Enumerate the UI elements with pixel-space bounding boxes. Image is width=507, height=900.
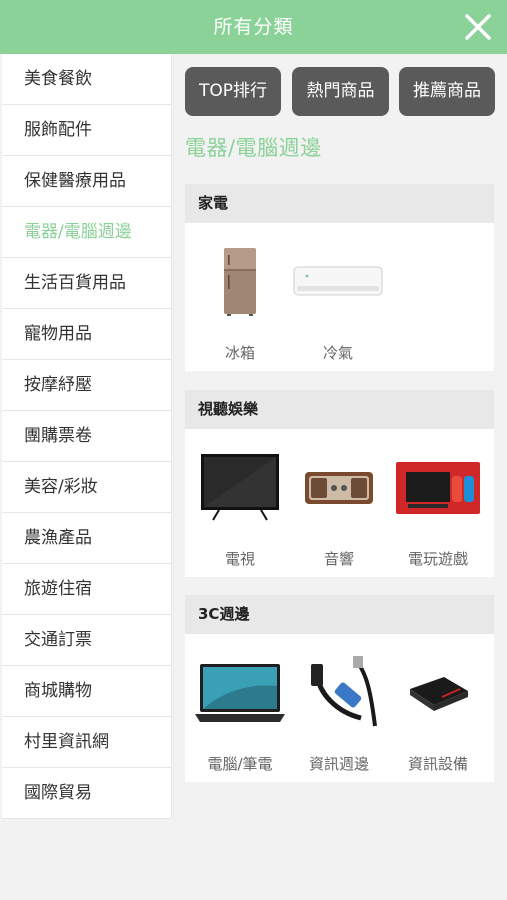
- page-title: 所有分類: [213, 16, 294, 38]
- sidebar-item-apparel[interactable]: 服飾配件: [2, 105, 172, 156]
- product-label: 電視: [224, 550, 255, 568]
- tv-icon: [190, 448, 290, 528]
- sidebar-item-massage[interactable]: 按摩紓壓: [2, 360, 172, 411]
- sidebar-item-farm-products[interactable]: 農漁產品: [2, 513, 172, 564]
- group-panel-av-entertainment: 視聽娛樂 電視 音響 電玩遊戲: [185, 390, 494, 577]
- product-air-conditioner[interactable]: 冷氣: [288, 242, 388, 363]
- sidebar-item-transport[interactable]: 交通訂票: [2, 615, 172, 666]
- sidebar-item-trade[interactable]: 國際貿易: [2, 768, 172, 819]
- sidebar-item-mall[interactable]: 商城購物: [2, 666, 172, 717]
- speaker-icon: [289, 448, 389, 528]
- sidebar-item-pets[interactable]: 寵物用品: [2, 309, 172, 360]
- air-conditioner-icon: [288, 242, 388, 322]
- tab-top-ranking[interactable]: TOP排行: [185, 67, 281, 116]
- tab-recommended[interactable]: 推薦商品: [399, 67, 495, 116]
- group-panel-3c-peripherals: 3C週邊 電腦/筆電 資訊週邊 資訊設備: [185, 595, 494, 782]
- top-bar: 所有分類: [0, 0, 507, 54]
- sidebar-item-group-tickets[interactable]: 團購票卷: [2, 411, 172, 462]
- usb-cable-icon: [289, 653, 389, 733]
- sidebar-item-electronics[interactable]: 電器/電腦週邊: [2, 207, 172, 258]
- sidebar-item-household[interactable]: 生活百貨用品: [2, 258, 172, 309]
- product-tv[interactable]: 電視: [190, 448, 290, 569]
- card-reader-icon: [388, 653, 488, 733]
- product-speaker[interactable]: 音響: [289, 448, 389, 569]
- group-title: 3C週邊: [185, 595, 494, 634]
- fridge-icon: [190, 242, 290, 322]
- close-icon[interactable]: [463, 12, 493, 42]
- section-title: 電器/電腦週邊: [185, 136, 322, 160]
- product-label: 電腦/筆電: [207, 755, 273, 773]
- product-label: 冰箱: [224, 344, 255, 362]
- tab-hot-products[interactable]: 熱門商品: [292, 67, 389, 116]
- product-laptop[interactable]: 電腦/筆電: [190, 653, 290, 774]
- product-label: 資訊設備: [407, 755, 468, 773]
- sidebar-item-travel[interactable]: 旅遊住宿: [2, 564, 172, 615]
- sidebar-item-beauty[interactable]: 美容/彩妝: [2, 462, 172, 513]
- sidebar-item-village-info[interactable]: 村里資訊網: [2, 717, 172, 768]
- product-card-reader[interactable]: 資訊設備: [388, 653, 488, 774]
- product-fridge[interactable]: 冰箱: [190, 242, 290, 363]
- group-panel-appliances: 家電 冰箱 冷氣: [185, 184, 494, 371]
- laptop-icon: [190, 653, 290, 733]
- category-sidebar: 美食餐飲 服飾配件 保健醫療用品 電器/電腦週邊 生活百貨用品 寵物用品 按摩紓…: [2, 54, 172, 819]
- game-console-icon: [388, 448, 488, 528]
- product-game-console[interactable]: 電玩遊戲: [388, 448, 488, 569]
- product-label: 電玩遊戲: [407, 550, 468, 568]
- sidebar-item-health[interactable]: 保健醫療用品: [2, 156, 172, 207]
- group-title: 視聽娛樂: [185, 390, 494, 429]
- group-title: 家電: [185, 184, 494, 223]
- product-label: 音響: [323, 550, 354, 568]
- product-usb-cable[interactable]: 資訊週邊: [289, 653, 389, 774]
- product-label: 資訊週邊: [308, 755, 369, 773]
- product-label: 冷氣: [322, 344, 353, 362]
- sidebar-item-food[interactable]: 美食餐飲: [2, 54, 172, 105]
- main-content: TOP排行 熱門商品 推薦商品 電器/電腦週邊 家電 冰箱 冷氣 視聽娛樂 電視…: [174, 54, 507, 900]
